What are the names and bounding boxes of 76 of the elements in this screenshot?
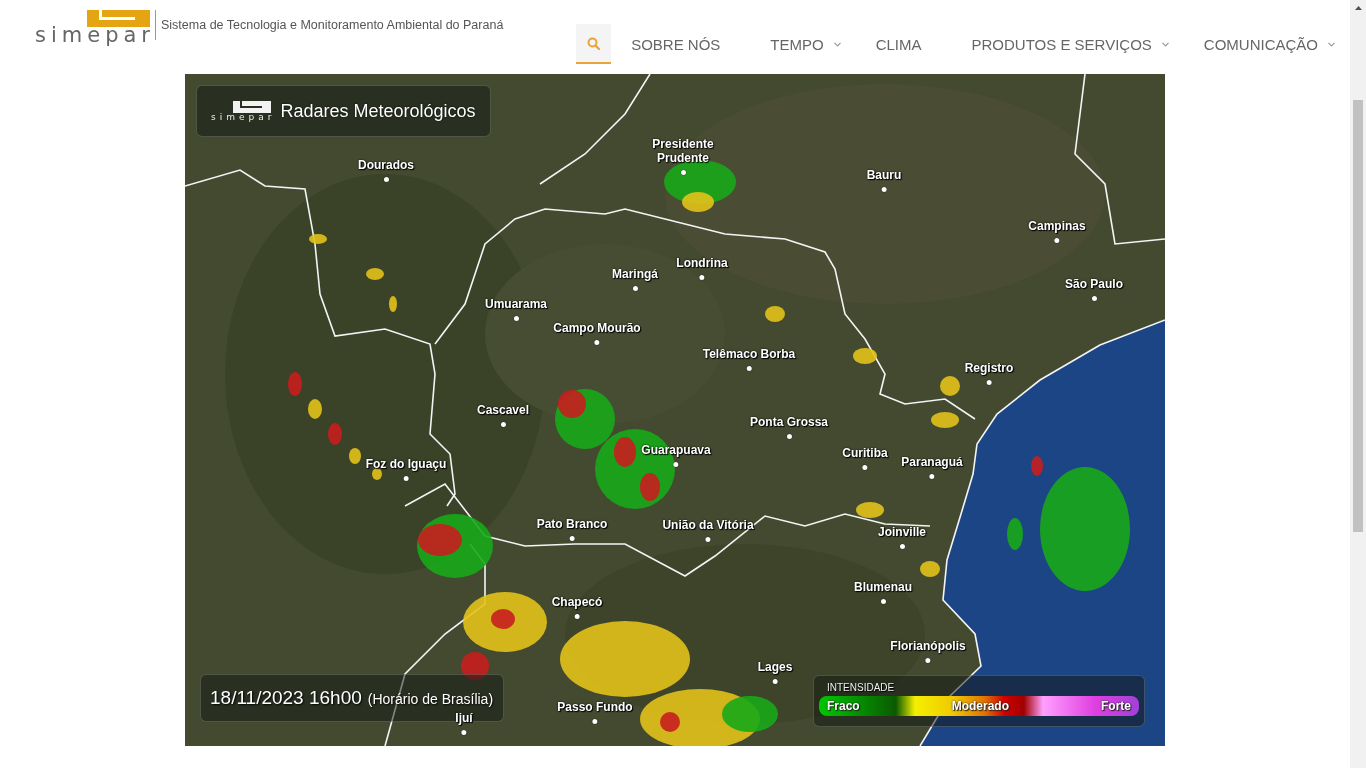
- city-marker-icon: [592, 719, 598, 724]
- city-label: Joinville: [878, 525, 926, 539]
- city-label: Campo Mourão: [553, 321, 641, 335]
- map-title: Radares Meteorológicos: [280, 100, 476, 122]
- city-marker-icon: [569, 536, 575, 541]
- city-marker-icon: [632, 286, 638, 291]
- city-label: Pato Branco: [536, 517, 608, 531]
- scale-label: Fraco: [827, 699, 860, 713]
- city-label: Telêmaco Borba: [702, 347, 796, 361]
- scroll-up-icon[interactable]: [1354, 6, 1362, 10]
- city-label: Passo Fundo: [557, 700, 633, 714]
- scale-label: Moderado: [951, 699, 1009, 713]
- city-label: Bauru: [866, 168, 902, 182]
- city-marker-icon: [705, 537, 711, 542]
- city-label: Florianópolis: [890, 639, 966, 653]
- scale-label: Forte: [1101, 699, 1131, 713]
- city-label: Lages: [757, 660, 793, 674]
- city-label: Chapecó: [551, 595, 603, 609]
- chevron-down-icon: [833, 41, 841, 47]
- city-marker-icon: [1091, 296, 1097, 301]
- city-marker-icon: [986, 380, 992, 385]
- city-marker-icon: [881, 187, 887, 192]
- city-marker-icon: [680, 170, 686, 175]
- city-marker-icon: [461, 730, 467, 735]
- nav-link[interactable]: SOBRE NÓS: [631, 35, 721, 53]
- city-marker-icon: [594, 340, 600, 345]
- city-label: Ijuí: [455, 711, 473, 725]
- scrollbar-thumb[interactable]: [1353, 100, 1363, 532]
- scrollbar[interactable]: [1350, 0, 1366, 768]
- chevron-down-icon: [1161, 41, 1169, 47]
- city-marker-icon: [862, 465, 868, 470]
- city-label: Guarapuava: [641, 443, 711, 457]
- chevron-down-icon: [1328, 41, 1335, 47]
- city-marker-icon: [1054, 238, 1060, 243]
- city-label: Maringá: [612, 267, 658, 281]
- city-marker-icon: [929, 474, 935, 479]
- city-marker-icon: [746, 366, 752, 371]
- timezone-text: (Horário de Brasília): [367, 691, 494, 707]
- city-label: Campinas: [1028, 219, 1086, 233]
- city-label: Blumenau: [854, 580, 912, 594]
- nav-link[interactable]: TEMPO: [770, 35, 841, 53]
- city-marker-icon: [383, 177, 389, 182]
- tagline: Sistema de Tecnologia e Monitoramento Ambiental do Paraná: [161, 18, 504, 32]
- search-button[interactable]: [576, 24, 612, 64]
- nav-link[interactable]: CLIMA: [875, 35, 922, 53]
- city-label: União da Vitória: [662, 518, 754, 532]
- city-label: Cascavel: [477, 403, 529, 417]
- city-marker-icon: [772, 679, 778, 684]
- logo-wordmark: simepar: [211, 112, 276, 122]
- city-marker-icon: [899, 544, 905, 549]
- city-label: Londrina: [676, 256, 728, 270]
- city-label: Registro: [964, 361, 1014, 375]
- city-marker-icon: [880, 599, 886, 604]
- city-label: Umuarama: [485, 297, 547, 311]
- city-label: Ponta Grossa: [750, 415, 828, 429]
- city-marker-icon: [513, 316, 519, 321]
- city-label: Paranaguá: [901, 455, 963, 469]
- city-marker-icon: [699, 275, 705, 280]
- city-marker-icon: [925, 658, 931, 663]
- city-marker-icon: [574, 614, 580, 619]
- legend-title: INTENSIDADE: [827, 682, 895, 693]
- city-label: Curitiba: [842, 446, 888, 460]
- city-label: Dourados: [358, 158, 414, 172]
- city-marker-icon: [786, 434, 792, 439]
- logo-mark-icon: [233, 100, 272, 113]
- nav-link[interactable]: COMUNICAÇÃO: [1203, 35, 1335, 53]
- nav-link[interactable]: PRODUTOS E SERVIÇOS: [971, 35, 1169, 53]
- city-label: Presidente Prudente: [651, 137, 715, 165]
- city-label: São Paulo: [1065, 277, 1123, 291]
- city-marker-icon: [500, 422, 506, 427]
- city-marker-icon: [673, 462, 679, 467]
- city-marker-icon: [403, 476, 409, 481]
- city-label: Foz do Iguaçu: [365, 457, 447, 471]
- timestamp-text: 18/11/2023 16h00: [210, 687, 362, 709]
- search-icon: [587, 36, 601, 50]
- logo-mark-icon: [87, 10, 150, 27]
